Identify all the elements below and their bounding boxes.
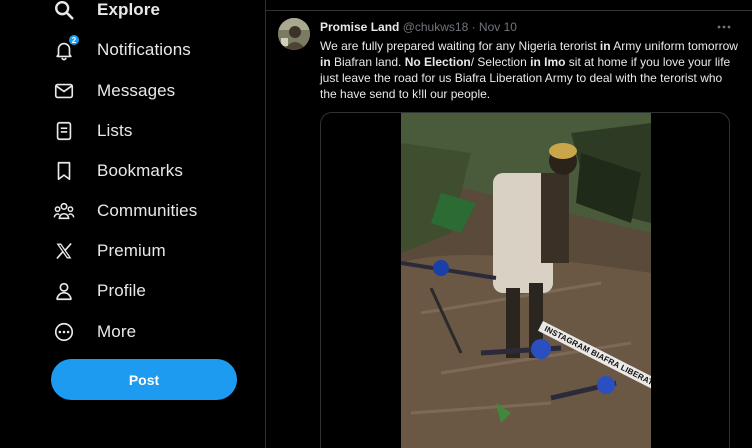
text-seg-bold: No Election bbox=[404, 55, 471, 69]
video-frame[interactable]: INSTAGRAM BIAFRA LIBERATION ARMY bbox=[401, 113, 651, 448]
nav-item-profile[interactable]: Profile bbox=[51, 271, 146, 311]
search-icon bbox=[51, 0, 77, 23]
nav-label-bookmarks: Bookmarks bbox=[97, 161, 183, 180]
nav-label-profile: Profile bbox=[97, 281, 146, 300]
envelope-icon bbox=[51, 78, 77, 104]
text-seg-bold: in bbox=[599, 39, 611, 53]
nav-item-explore[interactable]: Explore bbox=[51, 0, 160, 30]
nav-label-lists: Lists bbox=[97, 121, 133, 140]
avatar[interactable] bbox=[278, 18, 310, 50]
nav-item-more[interactable]: More bbox=[51, 312, 136, 352]
text-seg: We are fully prepared waiting for any Ni… bbox=[320, 39, 600, 53]
nav-item-notifications[interactable]: 2 Notifications bbox=[51, 30, 191, 70]
tweet-text: We are fully prepared waiting for any Ni… bbox=[320, 38, 740, 102]
nav-label-notifications: Notifications bbox=[97, 40, 191, 59]
nav-item-lists[interactable]: Lists bbox=[51, 111, 132, 151]
list-icon bbox=[51, 118, 77, 144]
more-options-icon[interactable] bbox=[715, 18, 733, 36]
text-seg: / Selection bbox=[470, 55, 531, 69]
x-logo-icon bbox=[51, 238, 77, 264]
more-circle-icon bbox=[51, 319, 77, 345]
nav-item-communities[interactable]: Communities bbox=[51, 191, 197, 231]
nav-label-messages: Messages bbox=[97, 81, 176, 100]
tweet-media[interactable]: INSTAGRAM BIAFRA LIBERATION ARMY bbox=[320, 112, 730, 448]
text-seg-bold: in bbox=[320, 55, 331, 69]
nav-item-bookmarks[interactable]: Bookmarks bbox=[51, 151, 183, 191]
nav-label-communities: Communities bbox=[97, 201, 198, 220]
author-name[interactable]: Promise Land bbox=[320, 20, 399, 34]
text-seg: Army uniform tomorrow bbox=[610, 39, 738, 53]
text-seg: Biafran land. bbox=[330, 55, 405, 69]
nav-item-premium[interactable]: Premium bbox=[51, 231, 166, 271]
nav-label-premium: Premium bbox=[97, 241, 166, 260]
tweet-separator bbox=[266, 10, 752, 11]
tweet-header: Promise Land @chukws18 · Nov 10 bbox=[320, 20, 517, 34]
notification-count-badge: 2 bbox=[68, 34, 80, 46]
bell-icon: 2 bbox=[51, 34, 80, 63]
bookmark-icon bbox=[51, 158, 77, 184]
tweet-timestamp[interactable]: Nov 10 bbox=[479, 20, 517, 34]
meta-separator: · bbox=[468, 20, 479, 34]
nav-item-messages[interactable]: Messages bbox=[51, 71, 175, 111]
text-seg-bold: in Imo bbox=[530, 55, 566, 69]
person-icon bbox=[51, 278, 77, 304]
tweet[interactable]: Promise Land @chukws18 · Nov 10 We are f… bbox=[266, 0, 752, 448]
video-scene-illustration bbox=[401, 113, 651, 448]
author-handle[interactable]: @chukws18 bbox=[403, 20, 469, 34]
nav-label-more: More bbox=[97, 322, 137, 341]
nav-label-explore: Explore bbox=[97, 0, 161, 19]
post-button[interactable]: Post bbox=[51, 359, 237, 400]
primary-navigation: Explore 2 Notifications Messages Lists B… bbox=[0, 0, 265, 448]
people-icon bbox=[51, 198, 77, 224]
